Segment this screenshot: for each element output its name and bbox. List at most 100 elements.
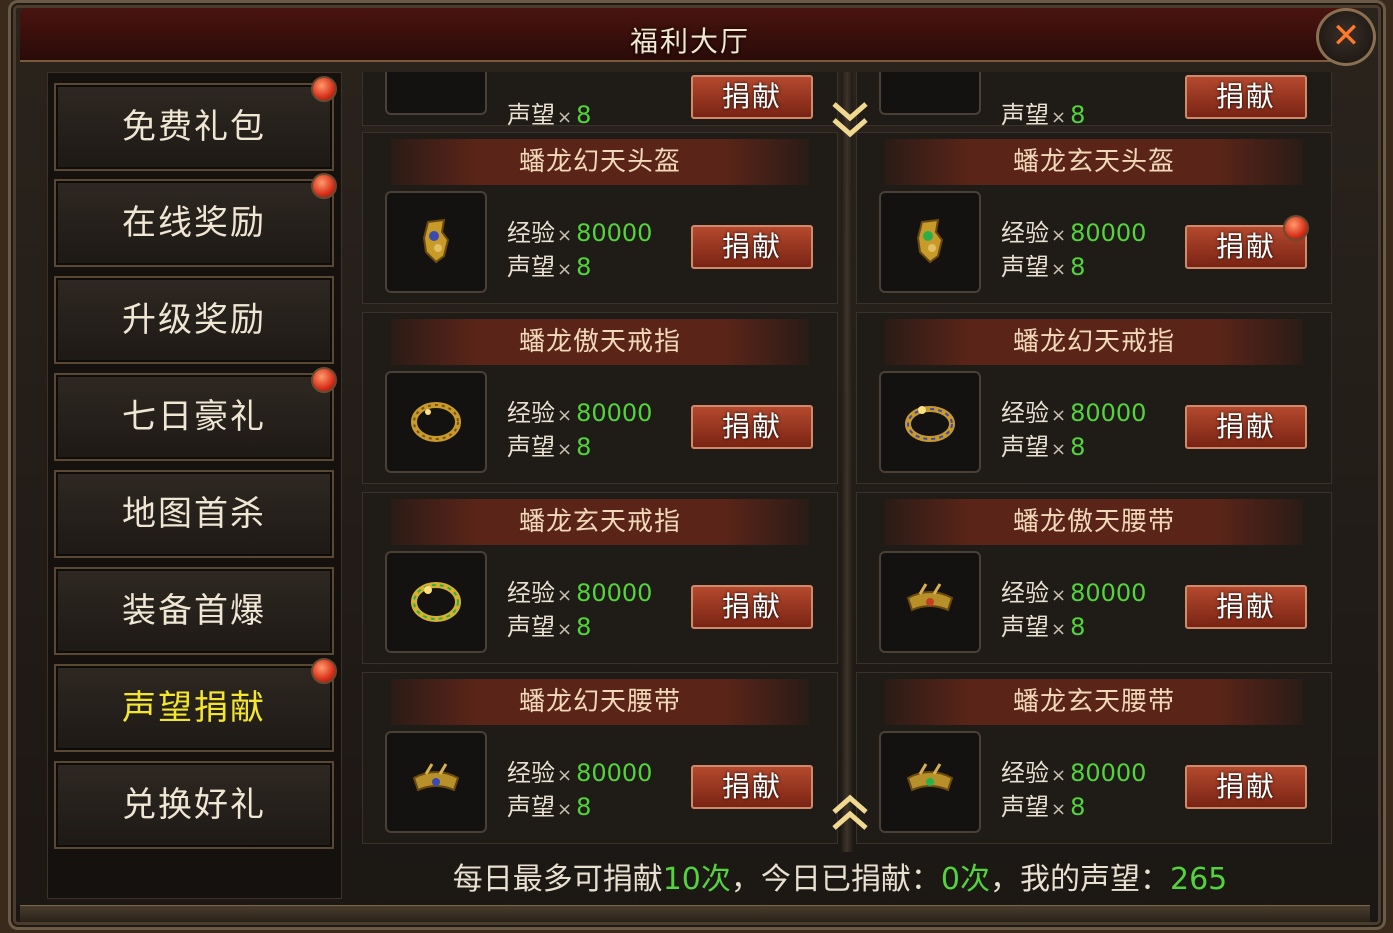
item-card: 蟠龙幻天头盔 经验 × 80000 声望 × 8 捐献: [362, 132, 838, 304]
sidebar-item-label: 升级奖励: [122, 300, 266, 340]
close-button[interactable]: ✕: [1316, 8, 1376, 66]
donate-button[interactable]: 捐献: [691, 405, 813, 449]
reputation-reward: 声望 × 8: [1001, 613, 1086, 641]
item-card: 蟠龙玄天腰带 经验 × 80000 声望 × 8 捐献: [856, 672, 1332, 844]
notification-dot-icon: [311, 76, 337, 102]
status-rep-label: ，我的声望：: [990, 862, 1170, 897]
exp-reward: 经验 × 80000: [1001, 579, 1147, 607]
item-slot[interactable]: [385, 72, 487, 115]
reputation-reward: 声望 × 8: [507, 613, 592, 641]
item-name: 蟠龙幻天腰带: [391, 679, 809, 725]
exp-reward: 经验 × 80000: [507, 579, 653, 607]
item-card: 声望 × 8 捐献: [856, 72, 1332, 129]
helmet-icon: [916, 218, 944, 264]
notification-dot-icon: [311, 658, 337, 684]
item-card: 蟠龙傲天腰带 经验 × 80000 声望 × 8 捐献: [856, 492, 1332, 664]
sidebar-item-free-gift[interactable]: 免费礼包: [54, 83, 334, 171]
item-slot[interactable]: [385, 551, 487, 653]
ring-icon: [905, 406, 955, 442]
belt-icon: [412, 763, 460, 792]
reputation-reward: 声望 × 8: [507, 793, 592, 821]
sidebar-item-online-reward[interactable]: 在线奖励: [54, 179, 334, 267]
sidebar-item-equip-first-drop[interactable]: 装备首爆: [54, 567, 334, 655]
helmet-icon: [422, 218, 450, 264]
status-mid: ，今日已捐献：: [730, 862, 941, 897]
donation-status: 每日最多可捐献10次，今日已捐献：0次，我的声望：265: [340, 858, 1340, 902]
donate-button[interactable]: 捐献: [1185, 405, 1307, 449]
item-slot[interactable]: [879, 72, 981, 115]
donate-button[interactable]: 捐献: [691, 225, 813, 269]
my-reputation: 265: [1170, 862, 1228, 897]
scroll-down-arrow-icon[interactable]: [830, 100, 870, 144]
item-name: 蟠龙傲天腰带: [885, 499, 1303, 545]
item-slot[interactable]: [879, 551, 981, 653]
item-slot[interactable]: [385, 731, 487, 833]
item-slot[interactable]: [879, 191, 981, 293]
sidebar-item-label: 兑换好礼: [122, 785, 266, 825]
exp-reward: 经验 × 80000: [507, 759, 653, 787]
sidebar: 免费礼包 在线奖励 升级奖励 七日豪礼 地图首杀 装备首爆 声望捐献 兑换好礼: [47, 72, 342, 899]
sidebar-item-level-reward[interactable]: 升级奖励: [54, 276, 334, 364]
reputation-reward: 声望 × 8: [1001, 253, 1086, 281]
ring-icon: [411, 582, 461, 622]
item-slot[interactable]: [385, 191, 487, 293]
sidebar-item-exchange-gift[interactable]: 兑换好礼: [54, 761, 334, 849]
donate-button[interactable]: 捐献: [1185, 585, 1307, 629]
item-slot[interactable]: [879, 371, 981, 473]
ring-icon: [411, 402, 461, 442]
window-title: 福利大厅: [629, 25, 750, 58]
exp-reward: 经验 × 80000: [1001, 399, 1147, 427]
sidebar-item-label: 七日豪礼: [122, 397, 266, 437]
item-slot[interactable]: [879, 731, 981, 833]
item-name: 蟠龙傲天戒指: [391, 319, 809, 365]
item-card: 蟠龙幻天腰带 经验 × 80000 声望 × 8 捐献: [362, 672, 838, 844]
item-name: 蟠龙玄天头盔: [885, 139, 1303, 185]
window-bottom-border: [20, 905, 1370, 922]
item-card: 蟠龙傲天戒指 经验 × 80000 声望 × 8 捐献: [362, 312, 838, 484]
sidebar-item-map-first-kill[interactable]: 地图首杀: [54, 470, 334, 558]
belt-icon: [906, 763, 954, 792]
reputation-reward: 声望 × 8: [507, 433, 592, 461]
exp-reward: 经验 × 80000: [1001, 759, 1147, 787]
donate-button[interactable]: 捐献: [1185, 765, 1307, 809]
column-divider: [841, 72, 853, 852]
sidebar-item-label: 在线奖励: [122, 203, 266, 243]
donate-button[interactable]: 捐献: [691, 585, 813, 629]
exp-reward: 经验 × 80000: [1001, 219, 1147, 247]
item-name: 蟠龙玄天腰带: [885, 679, 1303, 725]
reputation-reward: 声望 × 8: [507, 253, 592, 281]
status-prefix: 每日最多可捐献: [452, 862, 663, 897]
reputation-reward: 声望 × 8: [1001, 101, 1086, 129]
item-name: 蟠龙幻天戒指: [885, 319, 1303, 365]
notification-dot-icon: [1283, 215, 1309, 241]
max-donations: 10次: [662, 862, 731, 897]
item-card: 蟠龙幻天戒指 经验 × 80000 声望 × 8 捐献: [856, 312, 1332, 484]
reputation-reward: 声望 × 8: [1001, 793, 1086, 821]
close-icon: ✕: [1331, 16, 1361, 56]
title-bar: 福利大厅: [20, 8, 1360, 62]
item-card: 蟠龙玄天头盔 经验 × 80000 声望 × 8 捐献: [856, 132, 1332, 304]
reputation-reward: 声望 × 8: [1001, 433, 1086, 461]
sidebar-item-reputation-donate[interactable]: 声望捐献: [54, 664, 334, 752]
item-name: 蟠龙幻天头盔: [391, 139, 809, 185]
today-donations: 0次: [940, 862, 990, 897]
sidebar-item-label: 声望捐献: [122, 688, 266, 728]
item-card: 蟠龙玄天戒指 经验 × 80000 声望 × 8 捐献: [362, 492, 838, 664]
sidebar-item-label: 装备首爆: [122, 591, 266, 631]
sidebar-item-label: 免费礼包: [122, 107, 266, 147]
donate-button[interactable]: 捐献: [1185, 75, 1307, 119]
donate-button[interactable]: 捐献: [691, 765, 813, 809]
item-name: 蟠龙玄天戒指: [391, 499, 809, 545]
sidebar-item-seven-day-gift[interactable]: 七日豪礼: [54, 373, 334, 461]
notification-dot-icon: [311, 367, 337, 393]
exp-reward: 经验 × 80000: [507, 219, 653, 247]
exp-reward: 经验 × 80000: [507, 399, 653, 427]
scroll-up-arrow-icon[interactable]: [830, 788, 870, 832]
donate-button[interactable]: 捐献: [691, 75, 813, 119]
reputation-reward: 声望 × 8: [507, 101, 592, 129]
item-card: 声望 × 8 捐献: [362, 72, 838, 129]
sidebar-item-label: 地图首杀: [122, 494, 266, 534]
notification-dot-icon: [311, 173, 337, 199]
item-slot[interactable]: [385, 371, 487, 473]
belt-icon: [906, 583, 954, 612]
